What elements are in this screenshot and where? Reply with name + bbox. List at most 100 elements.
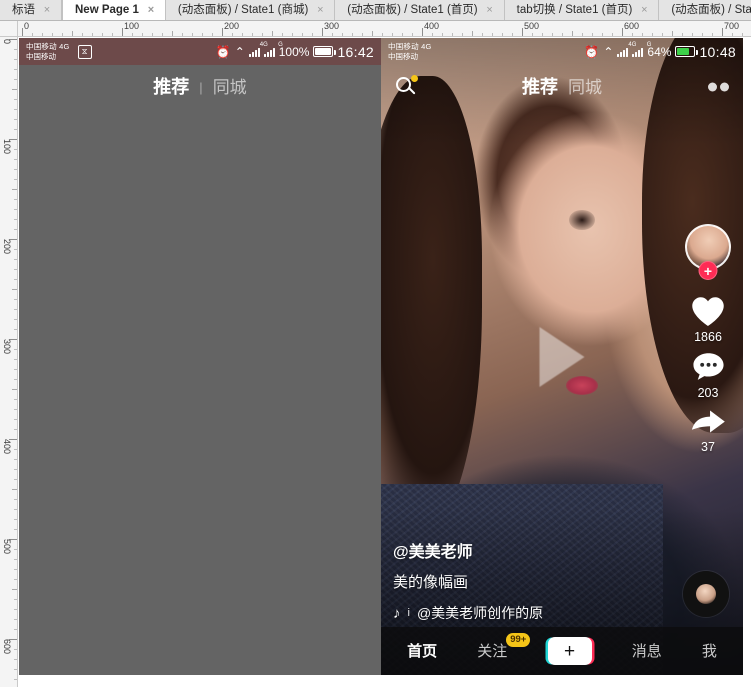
like-button[interactable]: 1866 xyxy=(690,294,726,344)
ruler-tick xyxy=(14,309,17,310)
ruler-tick xyxy=(452,33,453,36)
ruler-tick xyxy=(12,589,17,590)
ruler-tick xyxy=(292,33,293,36)
ruler-tick xyxy=(14,499,17,500)
ruler-tick xyxy=(742,33,743,36)
ruler-tick xyxy=(542,33,543,36)
play-icon[interactable] xyxy=(539,326,585,387)
ruler-tick xyxy=(14,609,17,610)
ruler-tick xyxy=(12,189,17,190)
author-avatar[interactable]: + xyxy=(685,224,731,280)
page-tab[interactable]: (动态面板) / State1 (商城) × xyxy=(165,0,336,20)
left-top-nav[interactable]: 推荐 | 同城 xyxy=(19,65,381,109)
left-carrier-line2: 中国移动 xyxy=(26,51,56,61)
page-tab-strip[interactable]: 标语 × New Page 1 × (动态面板) / State1 (商城) × (动态面板… xyxy=(0,0,751,21)
vertical-ruler[interactable]: 0 100 200 300 400 500 600 xyxy=(0,37,18,687)
ruler-tick xyxy=(732,33,733,36)
page-tab[interactable]: (动态面板) / State1 (首页) × xyxy=(335,0,505,20)
ruler-tick xyxy=(14,599,17,600)
heart-icon xyxy=(692,297,724,326)
left-carrier-label: 中国移动 4G 中国移动 xyxy=(26,42,70,61)
right-status-bar: 中国移动 4G 中国移动 ⏰ ⌃ 4G G 64% 10:48 xyxy=(381,38,743,65)
bottom-nav-me[interactable]: 我 xyxy=(702,644,717,659)
ruler-tick xyxy=(14,479,17,480)
left-phone-blank-body xyxy=(19,65,381,675)
ruler-tick xyxy=(14,679,17,680)
ruler-label: 700 xyxy=(724,21,740,31)
ruler-tick xyxy=(14,119,17,120)
ruler-tick xyxy=(472,31,473,36)
page-tab-label: (动态面板) / State1 (商城) xyxy=(177,4,309,16)
ruler-tick xyxy=(14,329,17,330)
bottom-nav-bar[interactable]: 首页 关注 99+ + 消息 我 xyxy=(381,627,743,675)
page-tab[interactable]: New Page 1 × xyxy=(62,0,166,20)
right-top-nav[interactable]: 推荐 同城 xyxy=(381,65,743,109)
ruler-tick xyxy=(14,469,17,470)
left-clock: 16:42 xyxy=(337,43,374,60)
ruler-label: 600 xyxy=(624,21,640,31)
right-carrier-line2: 中国移动 xyxy=(388,51,418,61)
ruler-label: 0 xyxy=(2,39,12,45)
ruler-tick xyxy=(14,419,17,420)
close-icon[interactable]: × xyxy=(42,5,52,16)
ruler-tick xyxy=(652,33,653,36)
search-badge-dot xyxy=(411,75,418,82)
action-rail[interactable]: + 1866 203 37 xyxy=(681,224,735,461)
ruler-tick xyxy=(14,209,17,210)
right-status-icons: ⏰ ⌃ 4G G 64% 10:48 xyxy=(584,42,736,60)
ruler-tick xyxy=(602,33,603,36)
ruler-tick xyxy=(362,33,363,36)
left-nav-tab-nearby[interactable]: 同城 xyxy=(213,79,247,96)
close-icon[interactable]: × xyxy=(315,5,325,16)
like-count: 1866 xyxy=(694,330,722,344)
follow-button[interactable]: + xyxy=(698,261,718,280)
music-row[interactable]: ♪ i @美美老师创作的原 xyxy=(393,603,653,623)
phone-preview-left[interactable]: 中国移动 4G 中国移动 ⧖ ⏰ ⌃ 4G G 100% 16:42 推荐 | xyxy=(19,38,381,675)
ruler-tick xyxy=(252,33,253,36)
right-nav-tabs[interactable]: 推荐 同城 xyxy=(522,78,602,96)
ruler-tick xyxy=(632,33,633,36)
bottom-nav-follow[interactable]: 关注 99+ xyxy=(477,632,531,659)
ruler-tick xyxy=(12,489,17,490)
bottom-nav-home[interactable]: 首页 xyxy=(407,644,437,659)
author-username[interactable]: @美美老师 xyxy=(393,538,653,562)
right-nav-tab-recommend[interactable]: 推荐 xyxy=(522,78,558,96)
ruler-tick xyxy=(192,33,193,36)
wifi-icon: ⌃ xyxy=(234,44,245,59)
ruler-tick xyxy=(14,219,17,220)
close-icon[interactable]: × xyxy=(485,5,495,16)
alarm-icon: ⏰ xyxy=(584,44,600,59)
design-canvas[interactable]: 中国移动 4G 中国移动 ⧖ ⏰ ⌃ 4G G 100% 16:42 推荐 | xyxy=(19,38,751,687)
ruler-tick xyxy=(302,33,303,36)
ruler-tick xyxy=(14,549,17,550)
ruler-tick xyxy=(14,49,17,50)
bottom-nav-messages[interactable]: 消息 xyxy=(632,644,662,659)
page-tab-label: (动态面板) / State1 (首页) xyxy=(347,4,478,16)
share-button[interactable]: 37 xyxy=(689,407,727,454)
ruler-tick xyxy=(14,159,17,160)
page-tab[interactable]: 标语 × xyxy=(0,0,62,20)
phone-preview-right[interactable]: 中国移动 4G 中国移动 ⏰ ⌃ 4G G 64% 10:48 推荐 同城 + … xyxy=(381,38,743,675)
left-nav-tab-recommend[interactable]: 推荐 xyxy=(153,78,189,96)
search-icon[interactable] xyxy=(395,75,419,99)
left-nav-tabs[interactable]: 推荐 | 同城 xyxy=(153,78,246,96)
ruler-tick xyxy=(14,249,17,250)
ruler-tick xyxy=(412,33,413,36)
music-disc[interactable] xyxy=(683,571,729,617)
page-tab[interactable]: tab切换 / State1 (首页) × xyxy=(504,0,660,20)
horizontal-ruler[interactable]: 0 100 200 300 400 500 600 700 xyxy=(18,21,751,37)
ruler-tick xyxy=(12,389,17,390)
ruler-tick xyxy=(352,33,353,36)
comment-button[interactable]: 203 xyxy=(691,351,726,400)
more-dots-icon[interactable] xyxy=(708,82,729,92)
music-title[interactable]: @美美老师创作的原 xyxy=(417,603,543,623)
ruler-tick xyxy=(692,33,693,36)
page-tab[interactable]: (动态面板) / State1× xyxy=(659,0,751,20)
right-carrier-line1: 中国移动 4G xyxy=(388,42,432,51)
right-nav-tab-nearby[interactable]: 同城 xyxy=(568,79,602,96)
ruler-tick xyxy=(662,33,663,36)
create-video-button[interactable]: + xyxy=(547,637,592,665)
ruler-tick xyxy=(202,33,203,36)
close-icon[interactable]: × xyxy=(639,5,649,16)
close-icon[interactable]: × xyxy=(146,5,156,16)
